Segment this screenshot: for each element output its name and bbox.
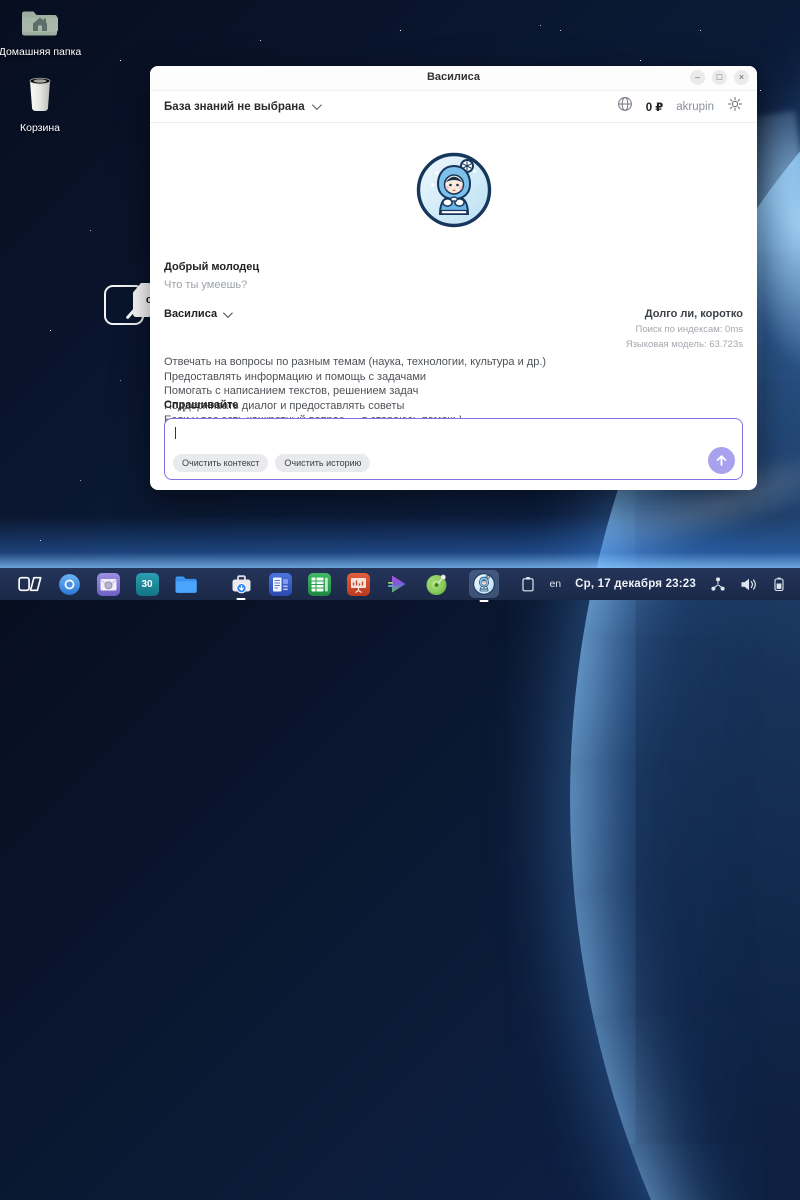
running-indicator	[480, 600, 489, 602]
meta-search-time: Поиск по индексам: 0ms	[626, 324, 743, 335]
system-tray: en Ср, 17 декабря 23:23	[521, 576, 788, 592]
knowledge-base-label: База знаний не выбрана	[164, 101, 305, 113]
media-player-icon[interactable]	[385, 572, 409, 596]
window-title: Василиса	[150, 71, 757, 83]
calendar-icon[interactable]: 30	[135, 572, 159, 596]
answer-meta: Долго ли, коротко Поиск по индексам: 0ms…	[626, 308, 743, 350]
spreadsheet-editor-icon[interactable]	[307, 572, 331, 596]
clock-datetime[interactable]: Ср, 17 декабря 23:23	[575, 578, 696, 590]
clear-history-button[interactable]: Очистить историю	[275, 454, 370, 472]
meta-model-time: Языковая модель: 63.723s	[626, 339, 743, 350]
chromium-browser-icon[interactable]	[57, 572, 81, 596]
network-icon[interactable]	[710, 576, 726, 592]
calendar-day: 30	[141, 579, 152, 590]
trash-icon	[23, 74, 57, 114]
balance-amount[interactable]: 0 ₽	[646, 100, 664, 114]
desktop-icon-trash[interactable]: Корзина	[0, 74, 83, 134]
desktop-icon-label: Домашняя папка	[0, 46, 83, 58]
titlebar[interactable]: Василиса – □ ×	[150, 66, 757, 91]
bot-message-author[interactable]: Василиса	[164, 308, 230, 320]
bot-line: Предоставлять информацию и помощь с зада…	[164, 370, 594, 385]
taskbar: 30	[0, 568, 800, 600]
user-message-text: Что ты умеешь?	[164, 279, 743, 291]
software-center-icon[interactable]	[229, 572, 253, 596]
maximize-button[interactable]: □	[712, 70, 727, 85]
bot-line: Помогать с написанием текстов, решением …	[164, 384, 594, 399]
presentation-editor-icon[interactable]	[346, 572, 370, 596]
clipboard-icon[interactable]	[521, 576, 535, 592]
atmosphere-glow	[0, 516, 800, 568]
bot-line: Отвечать на вопросы по разным темам (нау…	[164, 355, 594, 370]
input-area: Спрашивайте Очистить контекст Очистить и…	[164, 399, 743, 480]
send-button[interactable]	[708, 447, 735, 474]
user-message-author: Добрый молодец	[164, 261, 743, 273]
question-input-box: Очистить контекст Очистить историю	[164, 418, 743, 480]
clear-context-button[interactable]: Очистить контекст	[173, 454, 268, 472]
vasilisa-window: Василиса – □ × База знаний не выбрана 0 …	[150, 66, 757, 490]
window-header: База знаний не выбрана 0 ₽ akrupin	[150, 91, 757, 123]
vasilisa-avatar	[416, 152, 492, 228]
music-player-icon[interactable]	[424, 572, 448, 596]
stars	[0, 0, 1, 1]
keyboard-layout[interactable]: en	[549, 578, 561, 590]
text-editor-icon[interactable]	[268, 572, 292, 596]
vasilisa-app-icon[interactable]	[469, 570, 499, 598]
desktop-icon-label: Корзина	[0, 122, 83, 134]
file-manager-icon[interactable]	[174, 572, 198, 596]
arrow-up-icon	[714, 453, 729, 468]
answer-title: Долго ли, коротко	[626, 308, 743, 320]
input-label: Спрашивайте	[164, 399, 743, 411]
close-button[interactable]: ×	[734, 70, 749, 85]
chevron-down-icon	[223, 308, 233, 318]
gear-icon[interactable]	[727, 96, 743, 117]
minimize-button[interactable]: –	[690, 70, 705, 85]
desktop-icon-home-folder[interactable]: Домашняя папка	[0, 8, 83, 58]
home-folder-icon	[20, 8, 60, 38]
mail-client-icon[interactable]	[96, 572, 120, 596]
chevron-down-icon	[312, 100, 322, 110]
username[interactable]: akrupin	[676, 101, 714, 113]
knowledge-base-selector[interactable]: База знаний не выбрана	[164, 101, 319, 113]
battery-icon[interactable]	[771, 577, 788, 592]
start-menu-icon[interactable]	[18, 572, 42, 596]
volume-icon[interactable]	[740, 577, 757, 592]
globe-icon[interactable]	[617, 96, 633, 117]
